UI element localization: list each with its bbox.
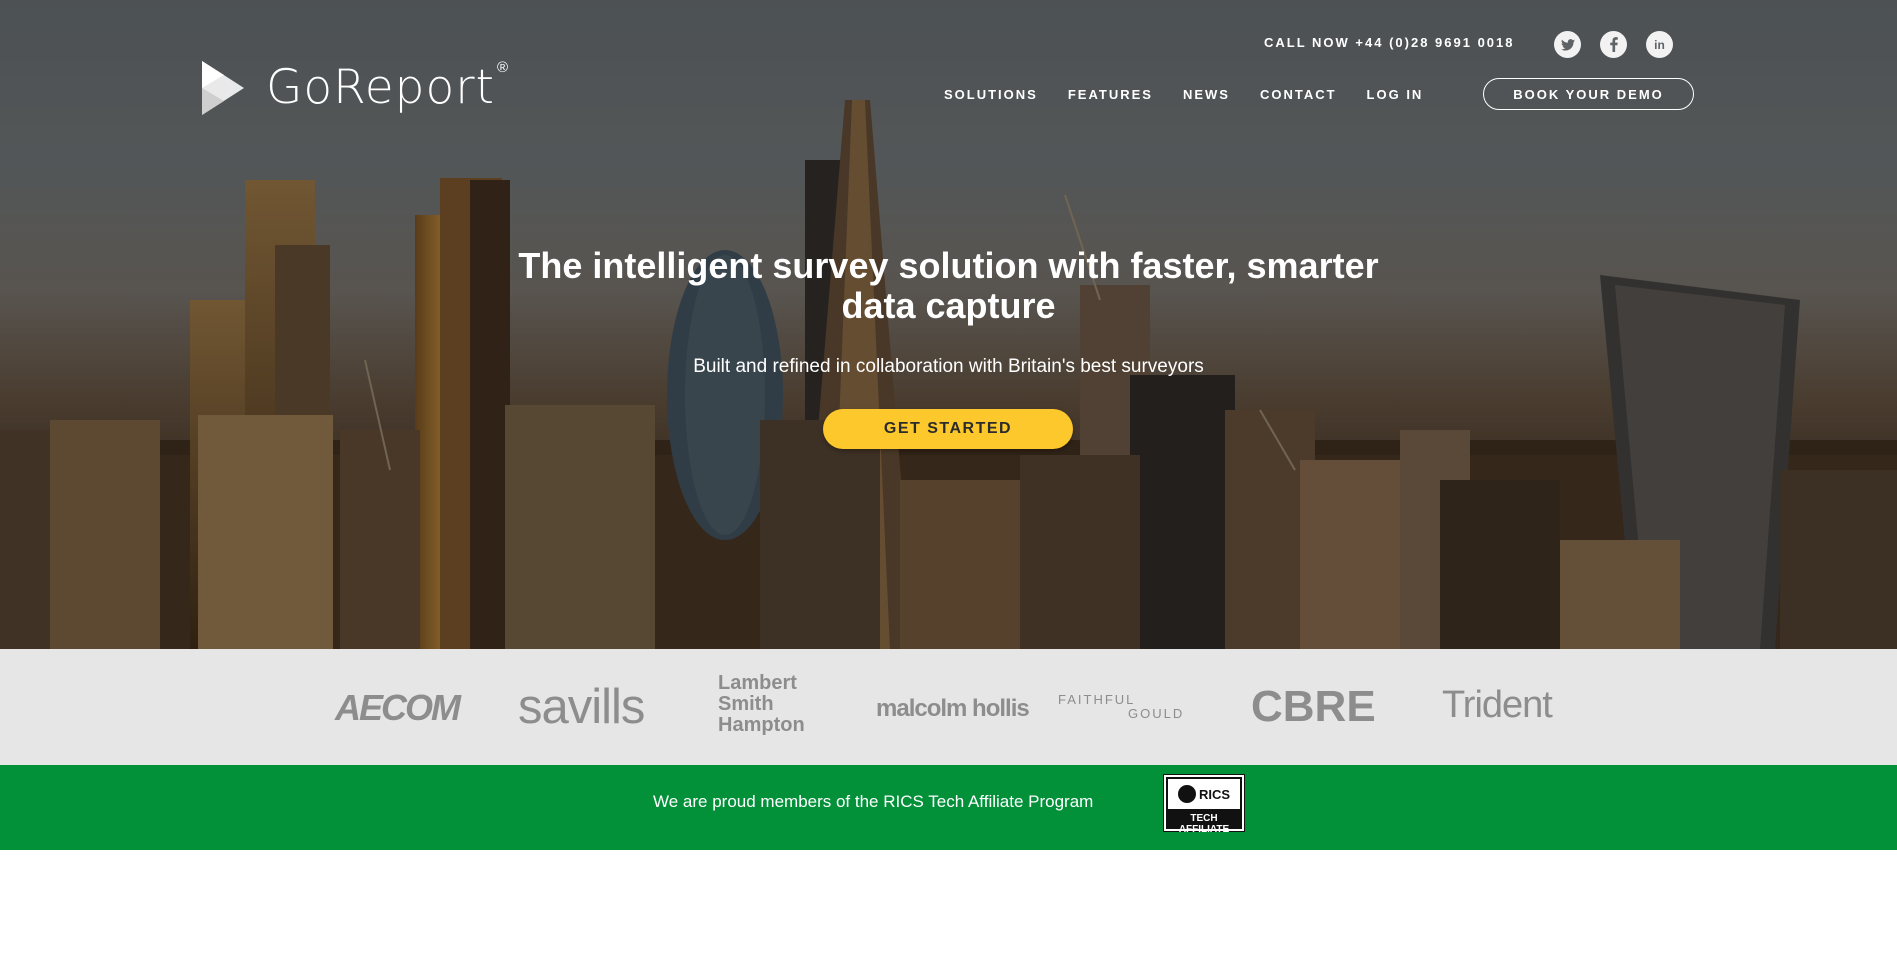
lsh-line-1: Lambert [718, 672, 797, 694]
book-demo-button[interactable]: BOOK YOUR DEMO [1483, 78, 1694, 110]
get-started-button[interactable]: GET STARTED [823, 409, 1073, 449]
trident-logo: Trident [1442, 684, 1553, 726]
nav-log-in[interactable]: LOG IN [1367, 87, 1424, 102]
call-now-phone[interactable]: CALL NOW +44 (0)28 9691 0018 [1264, 35, 1515, 50]
rics-tech-affiliate-badge: RICS TECH AFFILIATE [1163, 774, 1245, 835]
twitter-icon[interactable] [1554, 31, 1581, 58]
hero-subheadline: Built and refined in collaboration with … [693, 356, 1204, 377]
rics-affiliate-bar: We are proud members of the RICS Tech Af… [0, 765, 1897, 850]
main-navigation: SOLUTIONS FEATURES NEWS CONTACT LOG IN [944, 87, 1453, 102]
malcolm-hollis-logo: malcolm hollis [876, 695, 1030, 722]
logo-text: GoReport [266, 60, 495, 115]
goreport-logo[interactable]: GoReport ® [202, 59, 509, 115]
hero-headline-line-2: data capture [841, 285, 1056, 326]
nav-solutions[interactable]: SOLUTIONS [944, 87, 1038, 102]
cbre-logo: CBRE [1251, 682, 1376, 731]
lambert-smith-hampton-logo: Lambert Smith Hampton [718, 673, 805, 736]
client-logos-strip: AECOM savills Lambert Smith Hampton malc… [0, 649, 1897, 765]
nav-news[interactable]: NEWS [1183, 87, 1230, 102]
hero-headline: The intelligent survey solution with fas… [500, 246, 1397, 326]
nav-features[interactable]: FEATURES [1068, 87, 1153, 102]
rics-affiliate-text: We are proud members of the RICS Tech Af… [653, 792, 1094, 811]
savills-logo: savills [518, 680, 645, 734]
lsh-line-2: Smith [718, 693, 774, 715]
rics-seal-icon [1177, 785, 1196, 803]
faithful-word: FAITHFUL [1058, 692, 1136, 707]
linkedin-icon[interactable]: in [1646, 31, 1673, 58]
gould-word: GOULD [1128, 706, 1185, 721]
rics-badge-header: RICS [1168, 779, 1240, 809]
hero-headline-line-1: The intelligent survey solution with fas… [518, 245, 1379, 286]
lsh-line-3: Hampton [718, 714, 805, 736]
registered-mark: ® [496, 59, 509, 76]
rics-badge-title: RICS [1198, 786, 1231, 802]
faithful-gould-logo: FAITHFUL GOULD [1058, 692, 1184, 721]
hero-section: GoReport ® CALL NOW +44 (0)28 9691 0018 … [0, 0, 1897, 649]
nav-contact[interactable]: CONTACT [1260, 87, 1337, 102]
goreport-logo-mark-icon [202, 60, 244, 115]
facebook-icon[interactable] [1600, 31, 1627, 58]
rics-badge-subtitle: TECH AFFILIATE [1178, 813, 1230, 835]
aecom-logo: AECOM [335, 687, 461, 728]
